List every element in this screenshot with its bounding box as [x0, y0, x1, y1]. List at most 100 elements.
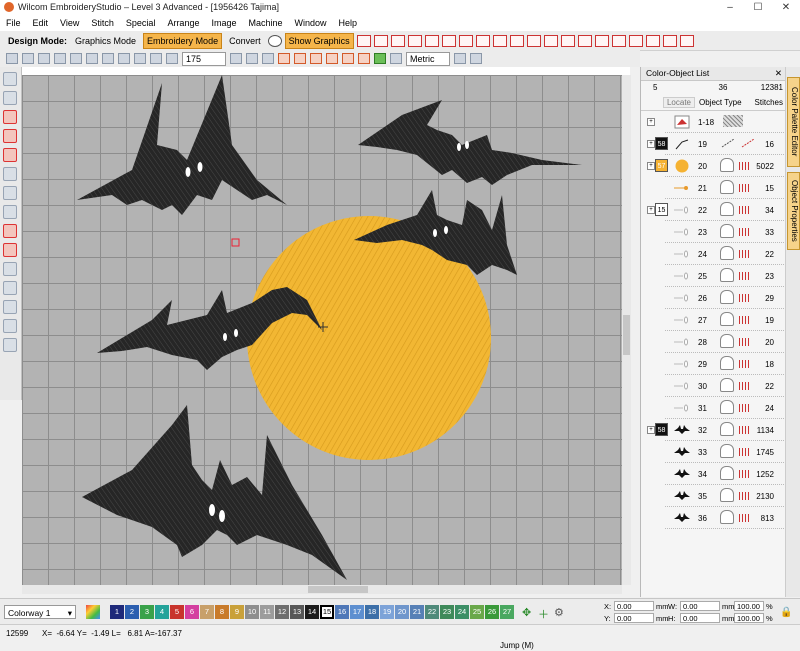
- color-wheel-icon[interactable]: [86, 605, 100, 619]
- column-icon[interactable]: [3, 148, 17, 162]
- color-chip[interactable]: 23: [440, 605, 454, 619]
- w-field[interactable]: 0.00: [680, 601, 720, 611]
- zoom-fit-icon[interactable]: [246, 53, 258, 64]
- list-item[interactable]: 26 29: [641, 287, 786, 309]
- vertical-scrollbar[interactable]: [622, 75, 631, 585]
- color-chip[interactable]: 22: [425, 605, 439, 619]
- lock-proportions-icon[interactable]: 🔒: [780, 607, 792, 618]
- color-chip[interactable]: 17: [350, 605, 364, 619]
- list-item[interactable]: +57 20 5022: [641, 155, 786, 177]
- color-chip[interactable]: 1: [110, 605, 124, 619]
- zoom-combo[interactable]: 175: [182, 51, 226, 66]
- color-chip[interactable]: 21: [410, 605, 424, 619]
- copy-icon[interactable]: [86, 53, 98, 64]
- expand-icon[interactable]: +: [647, 162, 655, 170]
- circle-icon[interactable]: [3, 224, 17, 238]
- list-item[interactable]: 27 19: [641, 309, 786, 331]
- undo-icon[interactable]: [118, 53, 130, 64]
- col-stitches[interactable]: Stitches: [751, 98, 783, 107]
- monogram-icon[interactable]: [3, 262, 17, 276]
- show-functions-icon[interactable]: [390, 53, 402, 64]
- stitch-tool-icon[interactable]: [458, 34, 473, 47]
- menu-special[interactable]: Special: [120, 18, 162, 28]
- measure-icon[interactable]: [262, 53, 274, 64]
- list-item[interactable]: +58 19 16: [641, 133, 786, 155]
- color-chip[interactable]: 8: [215, 605, 229, 619]
- grid-icon[interactable]: [230, 53, 242, 64]
- panel-close-icon[interactable]: ✕: [775, 67, 782, 80]
- stitch-tool-icon[interactable]: [424, 34, 439, 47]
- convert-button[interactable]: Convert: [225, 33, 265, 49]
- list-item[interactable]: +1-18: [641, 111, 786, 133]
- tab-color-palette-editor[interactable]: Color Palette Editor: [787, 77, 800, 167]
- list-item[interactable]: 21 15: [641, 177, 786, 199]
- stitch-tool-icon[interactable]: [407, 34, 422, 47]
- locate-button[interactable]: Locate: [663, 96, 695, 108]
- menu-file[interactable]: File: [0, 18, 27, 28]
- new-icon[interactable]: [6, 53, 18, 64]
- list-item[interactable]: 25 23: [641, 265, 786, 287]
- list-item[interactable]: 28 20: [641, 331, 786, 353]
- zoom-icon[interactable]: [150, 53, 162, 64]
- stitch-tool-icon[interactable]: [356, 34, 371, 47]
- digitize-line-icon[interactable]: [3, 110, 17, 124]
- menu-edit[interactable]: Edit: [27, 18, 55, 28]
- close-button[interactable]: ✕: [772, 2, 800, 13]
- color-swatch[interactable]: 57: [655, 159, 668, 172]
- stitch-tool-icon[interactable]: [679, 34, 694, 47]
- stitch-tool-icon[interactable]: [543, 34, 558, 47]
- color-chip[interactable]: 20: [395, 605, 409, 619]
- stitch-tool-icon[interactable]: [390, 34, 405, 47]
- color-chip[interactable]: 10: [245, 605, 259, 619]
- lettering-icon[interactable]: [3, 205, 17, 219]
- h-field[interactable]: 0.00: [680, 613, 720, 623]
- embroidery-mode-button[interactable]: Embroidery Mode: [143, 32, 223, 49]
- stitch-tool-icon[interactable]: [662, 34, 677, 47]
- color-chip[interactable]: 15: [320, 605, 334, 619]
- color-film-icon[interactable]: [470, 53, 482, 64]
- list-item[interactable]: 36 813: [641, 507, 786, 529]
- stitch-type-icon[interactable]: [3, 319, 17, 333]
- color-chip[interactable]: 2: [125, 605, 139, 619]
- color-chip[interactable]: 7: [200, 605, 214, 619]
- list-item[interactable]: 23 33: [641, 221, 786, 243]
- color-swatch[interactable]: 58: [655, 137, 668, 150]
- expand-icon[interactable]: +: [647, 206, 655, 214]
- horizontal-scrollbar[interactable]: [22, 585, 622, 594]
- stitch-tool-icon[interactable]: [373, 34, 388, 47]
- open-icon[interactable]: [22, 53, 34, 64]
- globe-icon[interactable]: [267, 34, 282, 47]
- units-combo[interactable]: Metric: [406, 51, 450, 66]
- x-field[interactable]: 0.00: [614, 601, 654, 611]
- connector-icon[interactable]: [358, 53, 370, 64]
- fabric-icon[interactable]: [3, 338, 17, 352]
- satin-icon[interactable]: [3, 129, 17, 143]
- arc-icon[interactable]: [3, 243, 17, 257]
- color-chip[interactable]: 14: [305, 605, 319, 619]
- menu-machine[interactable]: Machine: [242, 18, 288, 28]
- show-graphics-button[interactable]: Show Graphics: [284, 32, 354, 49]
- menu-view[interactable]: View: [54, 18, 85, 28]
- minimize-button[interactable]: –: [716, 2, 744, 13]
- stitch-tool-icon[interactable]: [475, 34, 490, 47]
- elements-icon[interactable]: [3, 300, 17, 314]
- stitch-tool-icon[interactable]: [526, 34, 541, 47]
- zoom-in-icon[interactable]: [166, 53, 178, 64]
- stitch-tool-icon[interactable]: [492, 34, 507, 47]
- reshape-icon[interactable]: [3, 91, 17, 105]
- redo-icon[interactable]: [134, 53, 146, 64]
- menu-help[interactable]: Help: [333, 18, 364, 28]
- colorway-select[interactable]: Colorway 1 ▾: [4, 605, 76, 619]
- print-icon[interactable]: [54, 53, 66, 64]
- bat-1[interactable]: [77, 75, 287, 215]
- design-canvas[interactable]: [22, 75, 630, 585]
- menu-image[interactable]: Image: [205, 18, 242, 28]
- stitch-tool-icon[interactable]: [645, 34, 660, 47]
- stitch-tool-icon[interactable]: [628, 34, 643, 47]
- color-chip[interactable]: 4: [155, 605, 169, 619]
- shape-icon[interactable]: [3, 186, 17, 200]
- color-swatch[interactable]: 15: [655, 203, 668, 216]
- needle-points-icon[interactable]: [374, 53, 386, 64]
- tab-object-properties[interactable]: Object Properties: [787, 172, 800, 250]
- start-point-marker[interactable]: [231, 238, 240, 247]
